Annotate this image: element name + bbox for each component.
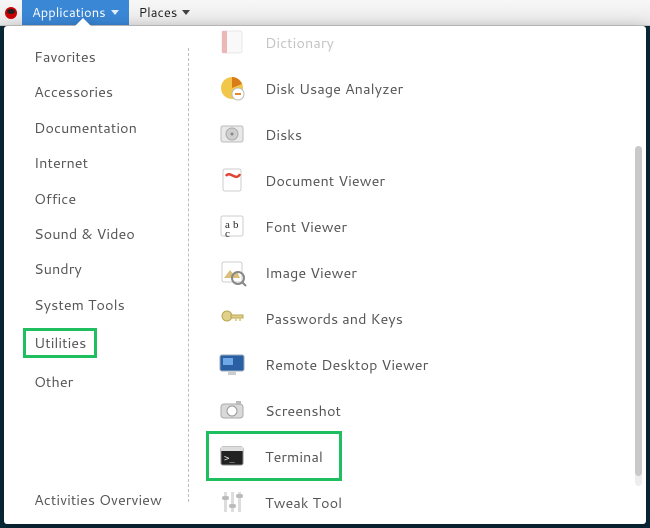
app-label: Document Viewer — [265, 170, 385, 191]
app-label: Remote Desktop Viewer — [265, 354, 428, 375]
svg-text:>_: >_ — [224, 454, 235, 464]
app-item-font-viewer[interactable]: abc Font Viewer — [215, 204, 630, 248]
category-sidebar: Favorites Accessories Documentation Interne… — [4, 26, 188, 524]
menu-places[interactable]: Places — [129, 0, 201, 25]
category-item-accessories[interactable]: Accessories — [34, 83, 113, 100]
distro-logo — [0, 0, 22, 25]
menu-applications-label: Applications — [32, 4, 106, 22]
app-label: Passwords and Keys — [265, 308, 403, 329]
category-item-favorites[interactable]: Favorites — [34, 48, 96, 65]
app-item-disks[interactable]: Disks — [215, 112, 630, 156]
category-label: Documentation — [34, 117, 137, 138]
screenshot-icon — [215, 393, 249, 427]
svg-text:c: c — [225, 228, 230, 240]
category-label: Favorites — [34, 46, 96, 67]
passwords-keys-icon — [215, 301, 249, 335]
category-item-office[interactable]: Office — [34, 190, 76, 207]
chevron-down-icon — [182, 10, 190, 15]
applications-menu-panel: Favorites Accessories Documentation Interne… — [4, 26, 646, 524]
disk-usage-icon — [215, 71, 249, 105]
dictionary-icon — [215, 26, 249, 59]
category-label: Internet — [34, 152, 88, 173]
app-label: Image Viewer — [265, 262, 357, 283]
disks-icon — [215, 117, 249, 151]
app-item-remote-desktop-viewer[interactable]: Remote Desktop Viewer — [215, 342, 630, 386]
category-item-other[interactable]: Other — [34, 373, 73, 390]
chevron-down-icon — [111, 10, 119, 15]
category-label: Sundry — [34, 258, 82, 279]
activities-overview-label: Activities Overview — [34, 489, 162, 510]
app-label: Dictionary — [265, 32, 334, 53]
app-item-image-viewer[interactable]: Image Viewer — [215, 250, 630, 294]
document-viewer-icon — [215, 163, 249, 197]
app-label: Disks — [265, 124, 302, 145]
app-label: Tweak Tool — [265, 492, 342, 513]
scrollbar-thumb[interactable] — [635, 146, 642, 476]
category-item-internet[interactable]: Internet — [34, 154, 88, 171]
category-label: Other — [34, 371, 73, 392]
category-item-system-tools[interactable]: System Tools — [34, 296, 125, 313]
menu-places-label: Places — [139, 4, 178, 22]
category-label: Utilities — [34, 332, 86, 353]
category-item-utilities[interactable]: Utilities — [26, 331, 94, 354]
app-label: Terminal — [265, 446, 323, 467]
category-label: Sound & Video — [34, 223, 135, 244]
app-label: Font Viewer — [265, 216, 347, 237]
app-item-passwords-and-keys[interactable]: Passwords and Keys — [215, 296, 630, 340]
top-menu-bar: Applications Places — [0, 0, 650, 26]
app-item-tweak-tool[interactable]: Tweak Tool — [215, 480, 630, 524]
svg-text:b: b — [233, 219, 239, 231]
terminal-icon: >_ — [215, 439, 249, 473]
applications-list: Dictionary Disk Usage Analyzer Disks Docume… — [189, 26, 646, 524]
app-label: Screenshot — [265, 400, 341, 421]
app-item-dictionary[interactable]: Dictionary — [215, 26, 630, 64]
app-item-screenshot[interactable]: Screenshot — [215, 388, 630, 432]
remote-desktop-icon — [215, 347, 249, 381]
font-viewer-icon: abc — [215, 209, 249, 243]
category-item-sundry[interactable]: Sundry — [34, 260, 82, 277]
app-label: Disk Usage Analyzer — [265, 78, 403, 99]
category-item-documentation[interactable]: Documentation — [34, 119, 137, 136]
category-label: System Tools — [34, 294, 125, 315]
category-label: Accessories — [34, 81, 113, 102]
app-item-terminal[interactable]: >_ Terminal — [209, 434, 339, 478]
image-viewer-icon — [215, 255, 249, 289]
category-item-sound-video[interactable]: Sound & Video — [34, 225, 135, 242]
app-item-document-viewer[interactable]: Document Viewer — [215, 158, 630, 202]
category-label: Office — [34, 188, 76, 209]
tweak-tool-icon — [215, 485, 249, 519]
app-item-disk-usage-analyzer[interactable]: Disk Usage Analyzer — [215, 66, 630, 110]
activities-overview[interactable]: Activities Overview — [4, 489, 188, 510]
